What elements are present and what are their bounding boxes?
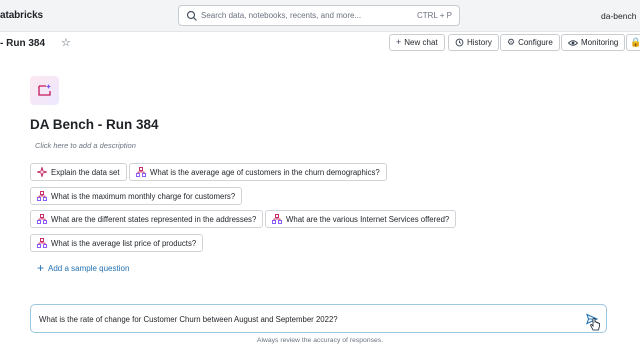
configure-button[interactable]: ⚙ Configure — [500, 34, 560, 51]
sample-question-explain[interactable]: Explain the data set — [30, 163, 127, 181]
sample-question-label: What are the different states represente… — [51, 214, 257, 224]
eye-icon — [568, 39, 578, 46]
gear-icon: ⚙ — [507, 37, 516, 47]
history-button[interactable]: History — [448, 34, 499, 51]
hand-cursor-icon — [590, 318, 600, 331]
sample-question[interactable]: What are the different states represente… — [30, 210, 264, 228]
hierarchy-icon — [37, 214, 47, 224]
top-bar: atabricks Search data, notebooks, recent… — [0, 0, 640, 32]
description-placeholder[interactable]: Click here to add a description — [35, 141, 136, 150]
hierarchy-icon — [37, 191, 47, 201]
sample-question-label: What is the average age of customers in … — [150, 167, 380, 177]
genie-space-icon — [30, 76, 59, 105]
sample-question-label: What is the maximum monthly charge for c… — [51, 191, 236, 201]
history-icon — [455, 38, 464, 47]
brand-logo-text[interactable]: atabricks — [0, 10, 43, 21]
new-chat-button[interactable]: + New chat — [389, 34, 445, 51]
hierarchy-icon — [136, 167, 146, 177]
sparkle-icon — [37, 167, 47, 177]
monitoring-button[interactable]: Monitoring — [561, 34, 626, 51]
plus-icon: + — [37, 261, 45, 275]
chat-sparkle-icon — [38, 84, 51, 96]
monitoring-label: Monitoring — [581, 38, 619, 47]
sample-question-label: What are the various Internet Services o… — [286, 214, 450, 224]
share-button[interactable]: 🔒 — [626, 34, 640, 51]
sample-question[interactable]: What are the various Internet Services o… — [265, 210, 457, 228]
global-search[interactable]: Search data, notebooks, recents, and mor… — [178, 5, 460, 26]
add-sample-question-link[interactable]: + Add a sample question — [37, 262, 129, 274]
add-sample-question-label: Add a sample question — [48, 263, 130, 273]
chat-input-text[interactable]: What is the rate of change for Customer … — [39, 315, 338, 324]
sample-question[interactable]: What is the average list price of produc… — [30, 234, 204, 252]
star-icon[interactable]: ☆ — [61, 36, 71, 49]
search-shortcut: CTRL + P — [416, 11, 452, 20]
hierarchy-icon — [272, 214, 282, 224]
plus-icon: + — [396, 37, 402, 47]
sample-question[interactable]: What is the average age of customers in … — [129, 163, 387, 181]
history-label: History — [467, 38, 492, 47]
sample-question-label: Explain the data set — [51, 167, 120, 177]
configure-label: Configure — [518, 38, 553, 47]
hierarchy-icon — [37, 238, 47, 248]
chat-input[interactable]: What is the rate of change for Customer … — [30, 304, 607, 333]
search-icon — [186, 10, 197, 21]
space-title: DA Bench - Run 384 — [30, 117, 159, 132]
lock-icon: 🔒 — [630, 37, 640, 47]
sample-question[interactable]: What is the maximum monthly charge for c… — [30, 187, 243, 205]
page-title: - Run 384 — [0, 38, 46, 49]
search-placeholder: Search data, notebooks, recents, and mor… — [201, 11, 362, 20]
workspace-switcher[interactable]: da-bench — [601, 11, 636, 21]
sample-question-label: What is the average list price of produc… — [51, 238, 197, 248]
accuracy-disclaimer: Always review the accuracy of responses. — [256, 337, 384, 344]
new-chat-label: New chat — [404, 38, 438, 47]
